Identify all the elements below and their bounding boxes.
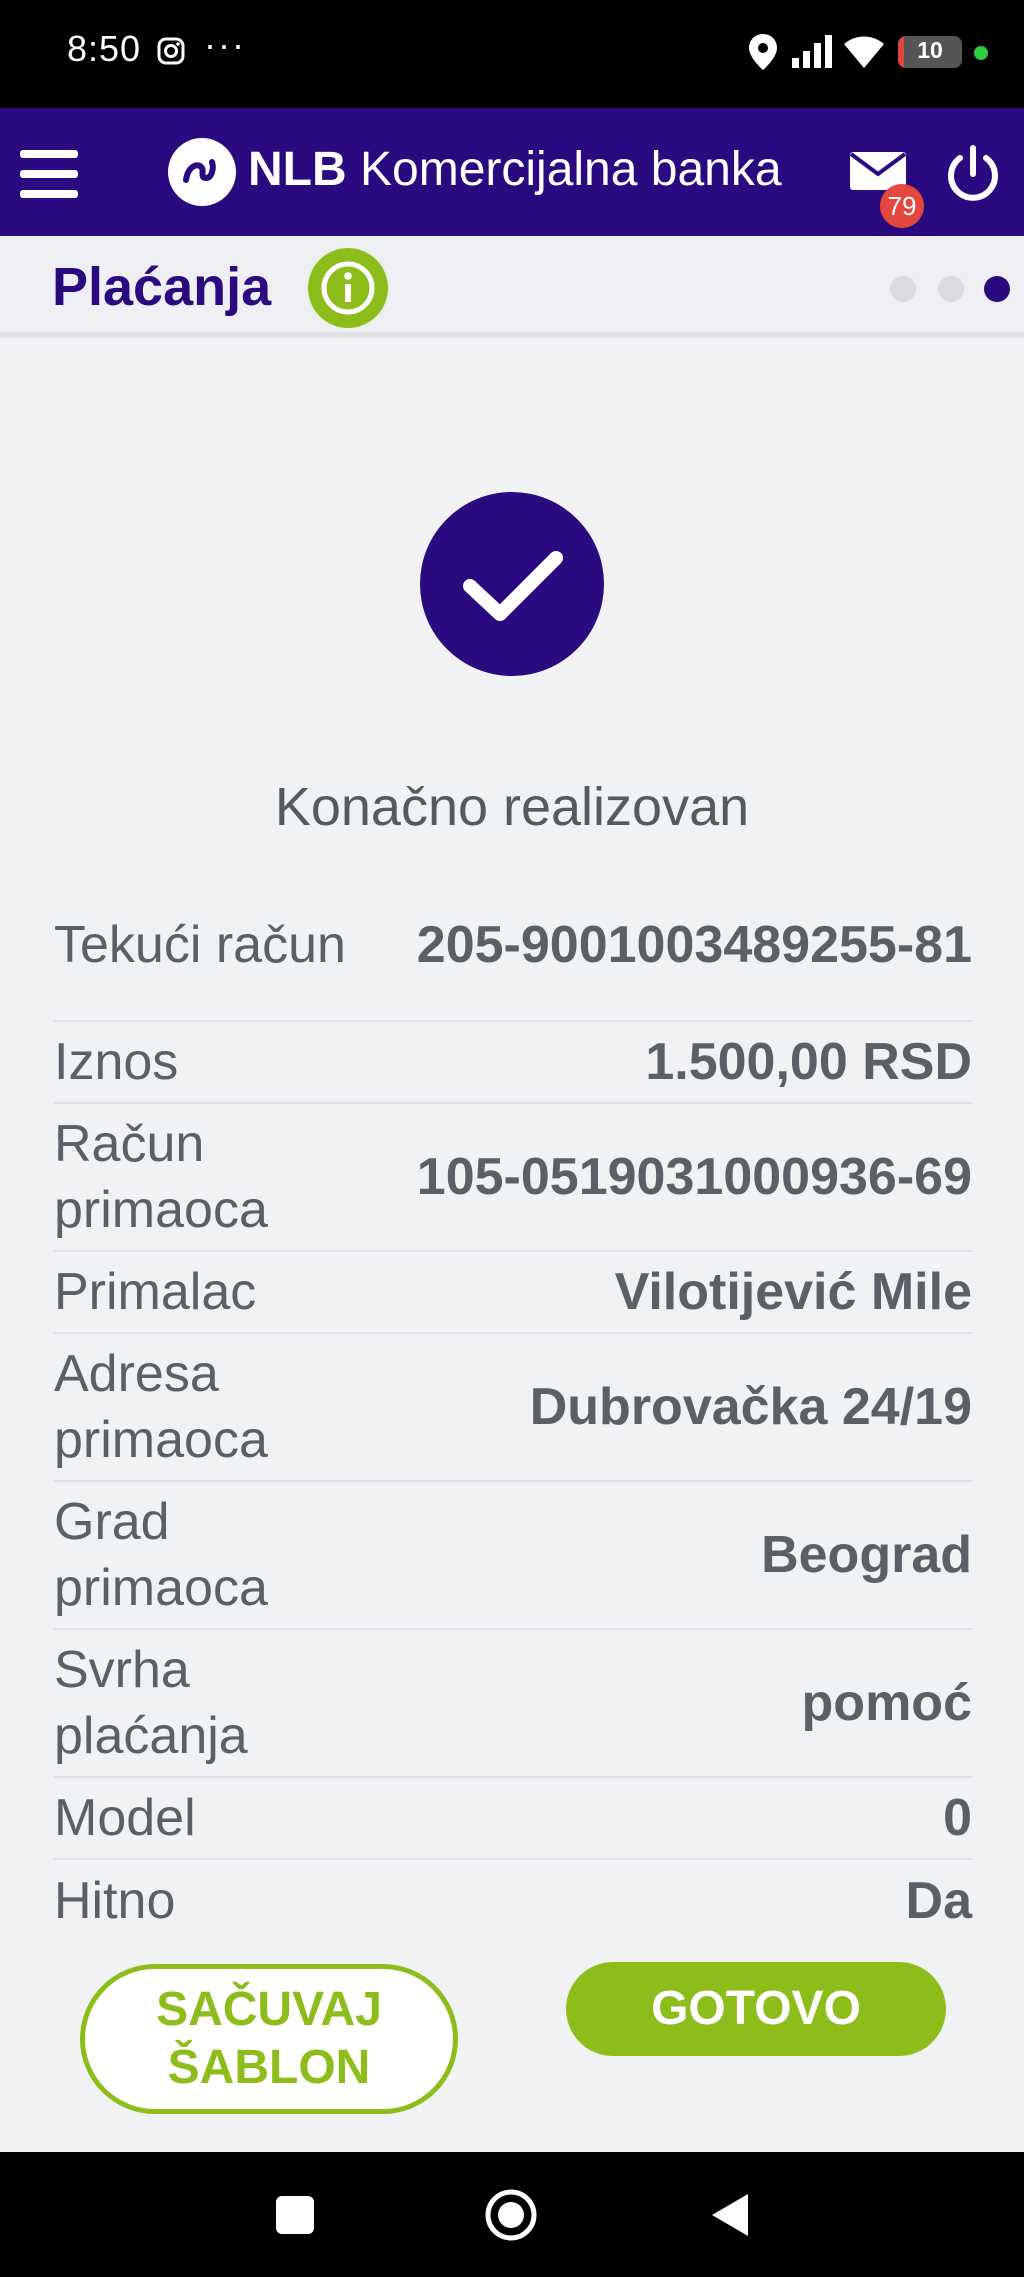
bank-name: NLB Komercijalna banka <box>248 142 782 197</box>
power-icon[interactable] <box>942 144 1004 206</box>
detail-value: 0 <box>943 1789 972 1847</box>
detail-value: 1.500,00 RSD <box>645 1033 972 1091</box>
detail-row-model: Model 0 <box>54 1778 972 1860</box>
detail-label: Primalac <box>54 1263 257 1321</box>
messages-button[interactable]: 79 <box>848 150 924 232</box>
payment-status: Konačno realizovan <box>274 777 750 837</box>
status-time: 8:50 <box>67 28 142 69</box>
detail-row-recipient-address: Adresa primaoca Dubrovačka 24/19 <box>54 1334 972 1482</box>
instagram-icon <box>157 37 185 65</box>
detail-value: 205-9001003489255-81 <box>416 916 972 974</box>
detail-row-payment-purpose: Svrha plaćanja pomoć <box>54 1630 972 1778</box>
menu-icon-bar <box>20 170 78 178</box>
detail-value: Da <box>905 1872 972 1930</box>
payment-details: Tekući račun 205-9001003489255-81 Iznos … <box>54 870 972 1942</box>
system-navigation-bar <box>0 2152 1024 2277</box>
page-title: Plaćanja <box>52 257 272 317</box>
detail-label: Iznos <box>54 1033 179 1091</box>
unread-messages-badge: 79 <box>880 184 924 228</box>
save-template-label: SAČUVAJ ŠABLON <box>156 1981 382 2097</box>
save-template-button[interactable]: SAČUVAJ ŠABLON <box>80 1964 458 2114</box>
battery-level: 10 <box>917 37 943 63</box>
bank-name-rest: Komercijalna banka <box>346 143 782 196</box>
signal-icon <box>792 35 832 68</box>
done-button[interactable]: GOTOVO <box>566 1962 946 2056</box>
detail-label: Adresa primaoca <box>54 1345 268 1469</box>
detail-row-urgent: Hitno Da <box>54 1860 972 1942</box>
detail-label: Svrha plaćanja <box>54 1641 248 1765</box>
bank-logo-icon <box>168 138 236 206</box>
save-template-line2: ŠABLON <box>167 2041 371 2094</box>
detail-value: 105-0519031000936-69 <box>416 1148 972 1206</box>
info-button[interactable] <box>308 248 388 328</box>
detail-label: Grad primaoca <box>54 1493 268 1617</box>
detail-value: Beograd <box>761 1526 972 1584</box>
success-checkmark <box>420 492 604 676</box>
detail-value: pomoć <box>801 1674 972 1732</box>
status-bar: 8:50 ··· 10 <box>0 0 1024 108</box>
save-template-line1: SAČUVAJ <box>156 1983 382 2036</box>
detail-row-recipient-account: Račun primaoca 105-0519031000936-69 <box>54 1104 972 1252</box>
detail-row-recipient-city: Grad primaoca Beograd <box>54 1482 972 1630</box>
info-icon <box>321 261 375 315</box>
menu-icon-bar <box>20 190 78 198</box>
recents-icon[interactable] <box>276 2196 314 2234</box>
page-title-bar: Plaćanja <box>0 236 1024 338</box>
detail-label: Račun primaoca <box>54 1115 268 1239</box>
detail-row-amount: Iznos 1.500,00 RSD <box>54 1022 972 1104</box>
location-icon <box>749 34 777 70</box>
step-indicator-1 <box>890 276 916 302</box>
checkmark-icon <box>463 551 563 621</box>
detail-value: Dubrovačka 24/19 <box>529 1378 972 1436</box>
back-icon[interactable] <box>708 2190 752 2240</box>
wifi-icon <box>844 36 884 68</box>
battery-icon: 10 <box>898 36 962 68</box>
privacy-indicator-dot <box>974 46 988 60</box>
detail-value: Vilotijević Mile <box>614 1263 972 1321</box>
bank-name-bold: NLB <box>248 143 347 196</box>
home-icon[interactable] <box>484 2188 538 2242</box>
detail-label: Model <box>54 1789 196 1847</box>
more-notifications-icon: ··· <box>204 24 246 65</box>
detail-label: Tekući račun <box>54 916 346 974</box>
detail-label: Hitno <box>54 1872 176 1930</box>
detail-row-account: Tekući račun 205-9001003489255-81 <box>54 870 972 1022</box>
step-indicator-2 <box>938 276 964 302</box>
menu-icon-bar <box>20 150 78 158</box>
app-header: NLB Komercijalna banka 79 <box>0 108 1024 236</box>
step-indicator-3-active <box>984 276 1010 302</box>
detail-row-recipient: Primalac Vilotijević Mile <box>54 1252 972 1334</box>
menu-button[interactable] <box>20 150 80 202</box>
